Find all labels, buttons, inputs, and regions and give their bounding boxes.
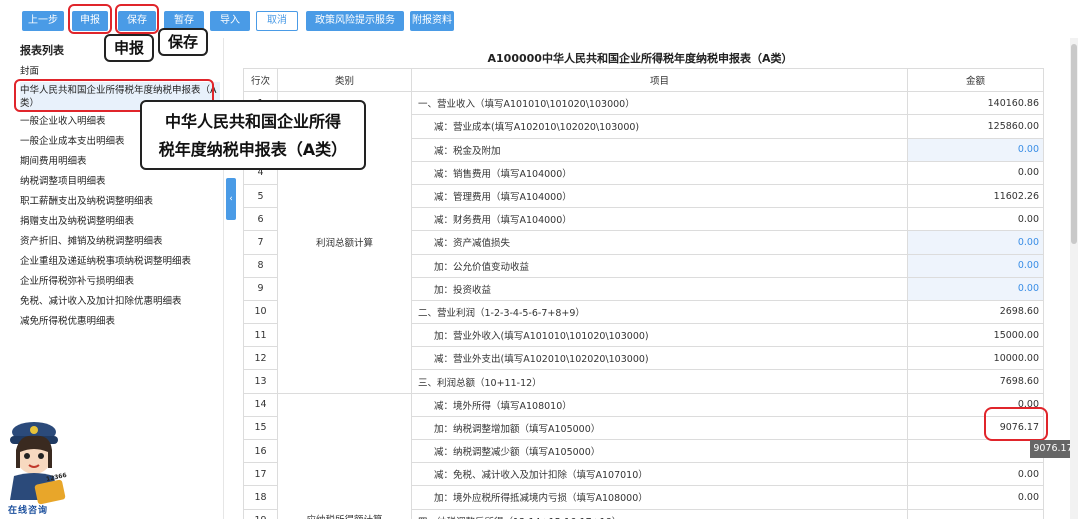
amount-value: 0.00 (907, 160, 1044, 185)
amount-value: 0. (907, 438, 1044, 464)
amount-value: 11602.26 (907, 183, 1044, 209)
chevron-left-icon: ‹ (229, 194, 233, 204)
row-item-label: 减：营业外支出(填写A102010\102020\103000) (411, 346, 908, 371)
row-item-label: 减：管理费用（填写A104000） (411, 183, 908, 209)
sidebar-item-restructuring[interactable]: 企业重组及递延纳税事项纳税调整明细表 (20, 252, 220, 272)
amount-value: 125860.00 (907, 114, 1044, 139)
row-number: 16 (243, 438, 278, 464)
attachments-button[interactable]: 附报资料 (410, 11, 454, 31)
row-item-label: 减：纳税调整减少额（填写A105000） (411, 438, 908, 464)
declare-callout: 申报 (104, 34, 154, 62)
policy-risk-service-button[interactable]: 政策风险提示服务 (306, 11, 404, 31)
row-number: 6 (243, 207, 278, 232)
category-taxable-income-calc: 应纳税所得额计算 (277, 392, 412, 519)
row-number: 5 (243, 183, 278, 209)
row-number: 9 (243, 276, 278, 301)
row-item-label: 加：营业外收入(填写A101010\101020\103000) (411, 323, 908, 348)
row-number: 11 (243, 323, 278, 348)
row-item-label: 减：境外所得（填写A108010） (411, 392, 908, 417)
row-item-label: 加：公允价值变动收益 (411, 253, 908, 278)
amount-value: 0.00 (907, 207, 1044, 232)
form-panel: A100000中华人民共和国企业所得税年度纳税申报表（A类） 行次 类别 项目 … (240, 38, 1080, 519)
row15-highlight-box (984, 407, 1048, 441)
save-callout: 保存 (158, 28, 208, 56)
row-number: 13 (243, 369, 278, 394)
amount-value: 10000.00 (907, 346, 1044, 371)
amount-input[interactable]: 0.00 (907, 137, 1044, 162)
form-name-callout: 中华人民共和国企业所得 税年度纳税申报表（A类） (140, 100, 366, 170)
row-item-label: 减：销售费用（填写A104000） (411, 160, 908, 185)
sidebar-item-tax-relief[interactable]: 减免所得税优惠明细表 (20, 312, 220, 332)
row-item-label: 减：营业成本(填写A102010\102020\103000) (411, 114, 908, 139)
amount-input[interactable]: 0.00 (907, 253, 1044, 278)
row-number: 17 (243, 462, 278, 487)
row-number: 7 (243, 230, 278, 255)
sidebar-item-donation[interactable]: 捐赠支出及纳税调整明细表 (20, 212, 220, 232)
sidebar-item-depreciation[interactable]: 资产折旧、摊销及纳税调整明细表 (20, 232, 220, 252)
scrollbar[interactable] (1070, 38, 1078, 519)
import-button[interactable]: 导入 (210, 11, 250, 31)
row-item-label: 二、营业利润（1-2-3-4-5-6-7+8+9） (411, 299, 908, 325)
row-number: 10 (243, 299, 278, 325)
row-number: 18 (243, 485, 278, 510)
cancel-button[interactable]: 取消 (256, 11, 298, 31)
amount-value: 0.00 (907, 485, 1044, 510)
row-item-label: 四、纳税调整后所得（13-14+15-16-17+18） (411, 508, 908, 519)
row-item-label: 三、利润总额（10+11-12） (411, 369, 908, 394)
sidebar-item-tax-exempt-income[interactable]: 免税、减计收入及加计扣除优惠明细表 (20, 292, 220, 312)
amount-value: 15000.00 (907, 323, 1044, 348)
row-item-label: 加：投资收益 (411, 276, 908, 301)
column-header-category: 类别 (277, 67, 412, 93)
row-item-label: 减：资产减值损失 (411, 230, 908, 255)
row-item-label: 加：纳税调整增加额（填写A105000） (411, 415, 908, 441)
form-name-callout-line1: 中华人民共和国企业所得 (164, 112, 341, 131)
row-item-label: 一、营业收入（填写A101010\101020\103000） (411, 91, 908, 116)
amount-value: 0.00 (907, 462, 1044, 487)
row-number: 8 (243, 253, 278, 278)
row-item-label: 减：免税、减计收入及加计扣除（填写A107010） (411, 462, 908, 487)
save-highlight-box (115, 4, 159, 34)
row-item-label: 减：财务费用（填写A104000） (411, 207, 908, 232)
row-item-label: 加：境外应税所得抵减境内亏损（填写A108000） (411, 485, 908, 510)
sidebar-item-tax-adjustment[interactable]: 纳税调整项目明细表 (20, 172, 220, 192)
table-row: 14应纳税所得额计算减：境外所得（填写A108010） 0.00 (243, 392, 1044, 519)
column-header-row-no: 行次 (243, 67, 278, 93)
amount-value: 7698.60 (907, 369, 1044, 394)
mascot-caption[interactable]: 在线咨询 (8, 503, 48, 516)
amount-value: 140160.86 (907, 91, 1044, 116)
row-number: 14 (243, 392, 278, 417)
amount-input[interactable]: 0.00 (907, 230, 1044, 255)
column-header-item: 项目 (411, 67, 908, 93)
row-item-label: 减：税金及附加 (411, 137, 908, 162)
previous-step-button[interactable]: 上一步 (22, 11, 64, 31)
form-title: A100000中华人民共和国企业所得税年度纳税申报表（A类） (487, 52, 793, 65)
sidebar-item-payroll[interactable]: 职工薪酬支出及纳税调整明细表 (20, 192, 220, 212)
form-name-callout-line2: 税年度纳税申报表（A类） (158, 140, 348, 159)
amount-input[interactable]: 0.00 (907, 276, 1044, 301)
scrollbar-thumb[interactable] (1071, 44, 1077, 244)
row-number: 12 (243, 346, 278, 371)
column-header-amount: 金额 (907, 67, 1044, 93)
row-number: 19 (243, 508, 278, 519)
amount-value: 2698.60 (907, 299, 1044, 325)
declare-highlight-box (68, 4, 112, 34)
amount-value (907, 508, 1044, 519)
sidebar-item-loss-carryforward[interactable]: 企业所得税弥补亏损明细表 (20, 272, 220, 292)
sidebar-collapse-handle[interactable]: ‹ (226, 178, 236, 220)
report-list-title: 报表列表 (20, 44, 64, 57)
row-number: 15 (243, 415, 278, 441)
